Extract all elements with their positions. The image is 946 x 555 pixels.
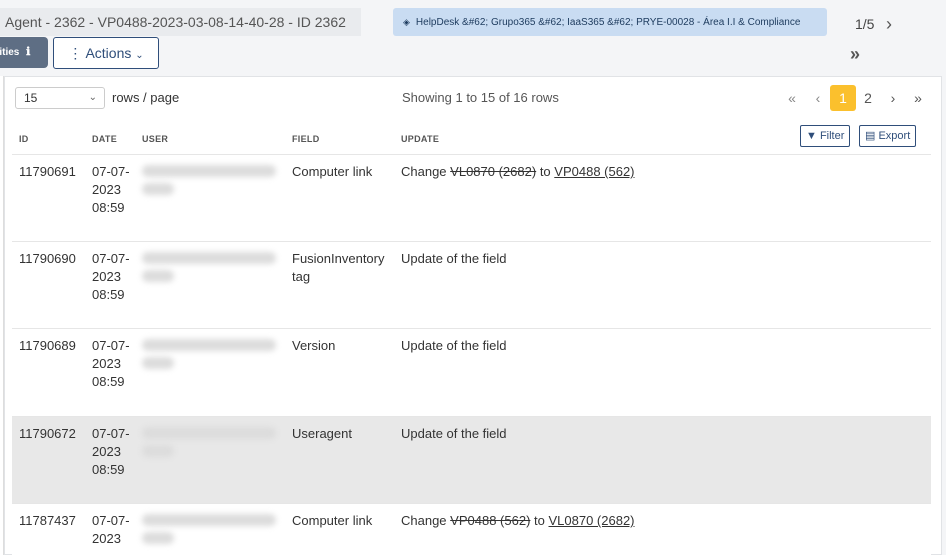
row-user-blurred xyxy=(142,339,280,375)
row-user-blurred xyxy=(142,427,280,463)
row-update: Update of the field xyxy=(401,426,507,441)
filter-label: Filter xyxy=(819,130,845,142)
actions-label: Actions xyxy=(85,45,132,61)
rows-per-page-value: 15 xyxy=(24,91,38,105)
row-update: Change VL0870 (2682) to VP0488 (562) xyxy=(401,163,921,181)
row-id: 11790690 xyxy=(19,251,76,266)
row-user-blurred xyxy=(142,514,280,550)
info-icon: ℹ xyxy=(26,46,31,58)
showing-rows-text: Showing 1 to 15 of 16 rows xyxy=(402,90,559,105)
row-field: Computer link xyxy=(292,164,373,179)
chevron-down-icon: ⌄ xyxy=(135,50,144,61)
actions-button[interactable]: ⋮ Actions ⌄ xyxy=(53,37,159,69)
row-field: Version xyxy=(292,338,336,353)
row-update: Change VP0488 (562) to VL0870 (2682) xyxy=(401,512,921,530)
row-field: FusionInventory tag xyxy=(292,251,385,284)
entities-button[interactable]: tities ℹ xyxy=(0,37,48,68)
change-prefix: Change xyxy=(401,164,447,179)
chevron-down-icon: ⌄ xyxy=(88,92,97,103)
next-record-icon[interactable]: › xyxy=(886,14,892,35)
entities-label: tities xyxy=(0,47,20,58)
old-value: VP0488 (562) xyxy=(450,513,531,528)
first-page-icon[interactable]: « xyxy=(785,85,799,111)
row-user-blurred xyxy=(142,252,280,288)
row-field: Useragent xyxy=(292,426,352,441)
col-user[interactable]: USER xyxy=(142,134,168,144)
table-row[interactable]: 11790689 07-07-2023 08:59 Version Update… xyxy=(12,329,931,417)
filter-button[interactable]: ▼ Filter xyxy=(800,125,851,147)
rows-per-page-label: rows / page xyxy=(112,90,180,105)
record-position: 1/5 xyxy=(855,16,875,32)
page-1-button[interactable]: 1 xyxy=(830,85,856,111)
row-id: 11787437 xyxy=(19,513,76,528)
table-row[interactable]: 11787437 07-07-2023 Computer link Change… xyxy=(12,504,931,555)
old-value: VL0870 (2682) xyxy=(450,164,537,179)
next-page-icon[interactable]: › xyxy=(886,85,900,111)
row-date: 07-07-2023 xyxy=(92,513,130,546)
last-page-icon[interactable]: » xyxy=(911,85,925,111)
row-date: 07-07-2023 08:59 xyxy=(92,251,130,302)
export-button[interactable]: ▤ Export xyxy=(859,125,917,147)
row-date: 07-07-2023 08:59 xyxy=(92,164,130,215)
file-icon: ▤ xyxy=(865,130,876,142)
new-value-link[interactable]: VL0870 (2682) xyxy=(549,513,635,528)
new-value-link[interactable]: VP0488 (562) xyxy=(554,164,634,179)
row-user-blurred xyxy=(142,165,280,201)
page-title: Agent - 2362 - VP0488-2023-03-08-14-40-2… xyxy=(0,8,361,36)
rows-per-page-select[interactable]: 15 ⌄ xyxy=(15,87,105,109)
filter-icon: ▼ xyxy=(806,130,817,142)
table-row[interactable]: 11790691 07-07-2023 08:59 Computer link … xyxy=(12,155,931,242)
page-2-button[interactable]: 2 xyxy=(861,85,875,111)
history-panel: 15 ⌄ rows / page Showing 1 to 15 of 16 r… xyxy=(4,76,942,555)
entity-badge[interactable]: ◈ HelpDesk &#62; Grupo365 &#62; IaaS365 &… xyxy=(393,8,827,36)
row-date: 07-07-2023 08:59 xyxy=(92,338,130,389)
row-field: Computer link xyxy=(292,513,373,528)
col-update[interactable]: UPDATE xyxy=(401,134,439,144)
prev-page-icon[interactable]: ‹ xyxy=(811,85,825,111)
table-row[interactable]: 11790672 07-07-2023 08:59 Useragent Upda… xyxy=(12,417,931,504)
row-update: Update of the field xyxy=(401,338,507,353)
export-label: Export xyxy=(878,130,911,142)
change-to: to xyxy=(539,164,551,179)
layers-icon: ◈ xyxy=(403,17,410,27)
row-id: 11790691 xyxy=(19,164,76,179)
table-row[interactable]: 11790690 07-07-2023 08:59 FusionInventor… xyxy=(12,242,931,329)
col-id[interactable]: ID xyxy=(19,134,29,144)
change-prefix: Change xyxy=(401,513,447,528)
row-update: Update of the field xyxy=(401,251,507,266)
table-header: ID DATE USER FIELD UPDATE ▼ Filter ▤ Exp… xyxy=(12,121,931,155)
change-to: to xyxy=(534,513,545,528)
entity-path: HelpDesk &#62; Grupo365 &#62; IaaS365 &#… xyxy=(415,17,801,28)
last-record-icon[interactable]: » xyxy=(850,44,860,65)
row-id: 11790672 xyxy=(19,426,76,441)
col-date[interactable]: DATE xyxy=(92,134,117,144)
row-id: 11790689 xyxy=(19,338,76,353)
col-field[interactable]: FIELD xyxy=(292,134,320,144)
row-date: 07-07-2023 08:59 xyxy=(92,426,130,477)
kebab-icon: ⋮ xyxy=(68,45,83,61)
